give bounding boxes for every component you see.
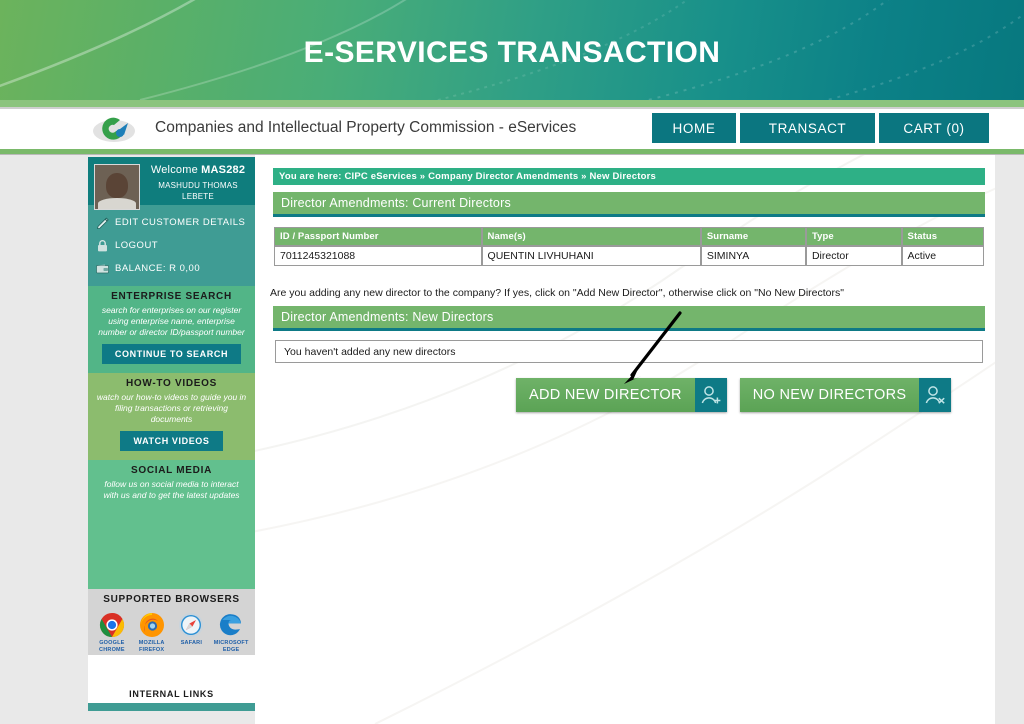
- cipc-logo-icon: [93, 117, 135, 142]
- page-title: E-SERVICES TRANSACTION: [303, 36, 721, 69]
- nav-cart[interactable]: CART (0): [879, 113, 989, 143]
- lock-icon: [96, 239, 109, 252]
- top-banner: E-SERVICES TRANSACTION: [0, 0, 1024, 100]
- enterprise-search-heading: ENTERPRISE SEARCH: [111, 291, 232, 302]
- social-media-heading: SOCIAL MEDIA: [131, 465, 212, 476]
- sidebar-item-label: EDIT CUSTOMER DETAILS: [115, 217, 246, 228]
- edge-icon: [213, 611, 249, 639]
- cell-names: QUENTIN LIVHUHANI: [481, 246, 701, 266]
- user-plus-icon: [694, 378, 727, 412]
- browser-item-safari[interactable]: SAFARI: [173, 611, 209, 653]
- wallet-icon: [96, 263, 109, 275]
- no-new-directors-button[interactable]: NO NEW DIRECTORS: [739, 378, 952, 412]
- internal-links-bar[interactable]: [88, 703, 255, 711]
- column-header-id: ID / Passport Number: [274, 227, 482, 246]
- welcome-line: Welcome MAS282: [147, 164, 249, 176]
- user-fullname: MASHUDU THOMAS LEBETE: [158, 181, 238, 201]
- sidebar-item-label: BALANCE: R 0,00: [115, 263, 201, 274]
- firefox-icon: [134, 611, 170, 639]
- supported-browsers-heading: SUPPORTED BROWSERS: [103, 594, 240, 605]
- main-nav: HOME TRANSACT CART (0): [652, 113, 989, 143]
- banner-underline: [0, 100, 1024, 107]
- continue-to-search-button[interactable]: CONTINUE TO SEARCH: [101, 344, 242, 364]
- column-header-names: Name(s): [481, 227, 701, 246]
- no-new-directors-label: NO NEW DIRECTORS: [739, 378, 920, 412]
- column-header-status: Status: [901, 227, 984, 246]
- site-name: Companies and Intellectual Property Comm…: [155, 119, 577, 136]
- sidebar-welcome-panel: Welcome MAS282 MASHUDU THOMAS LEBETE: [88, 157, 255, 210]
- internal-links-heading: INTERNAL LINKS: [88, 689, 255, 703]
- current-directors-table: ID / Passport Number Name(s) Surname Typ…: [274, 227, 984, 266]
- sidebar-social-media: SOCIAL MEDIA follow us on social media t…: [88, 460, 255, 589]
- chrome-icon: [94, 611, 130, 639]
- section-header-rule: [273, 214, 985, 217]
- table-header-row: ID / Passport Number Name(s) Surname Typ…: [274, 227, 984, 246]
- howto-videos-heading: HOW-TO VIDEOS: [126, 378, 217, 389]
- welcome-label: Welcome: [150, 164, 202, 176]
- user-minus-icon: [919, 378, 952, 412]
- page-root: E-SERVICES TRANSACTION Companies and Int…: [0, 0, 1024, 724]
- section-header-new-directors: Director Amendments: New Directors: [273, 306, 985, 328]
- welcome-username: MAS282: [201, 164, 246, 176]
- social-media-description: follow us on social media to interact wi…: [103, 479, 240, 500]
- sidebar-item-label: LOGOUT: [115, 240, 159, 251]
- instruction-text: Are you adding any new director to the c…: [270, 287, 844, 299]
- action-buttons: ADD NEW DIRECTOR NO NEW DIRECTORS: [516, 378, 952, 412]
- browser-label: MICROSOFT EDGE: [213, 640, 249, 653]
- column-header-surname: Surname: [700, 227, 806, 246]
- nav-home[interactable]: HOME: [652, 113, 736, 143]
- section-header-current-directors: Director Amendments: Current Directors: [273, 192, 985, 214]
- browser-label: SAFARI: [180, 640, 203, 646]
- sidebar-supported-browsers: SUPPORTED BROWSERS GOOGLE CHROME MOZILLA…: [88, 589, 255, 655]
- column-header-type: Type: [805, 227, 902, 246]
- browser-item-firefox[interactable]: MOZILLA FIREFOX: [134, 611, 170, 653]
- add-new-director-label: ADD NEW DIRECTOR: [516, 378, 695, 412]
- cell-id: 7011245321088: [274, 246, 482, 266]
- sidebar-item-logout[interactable]: LOGOUT: [96, 234, 255, 257]
- table-row: 7011245321088 QUENTIN LIVHUHANI SIMINYA …: [274, 246, 984, 266]
- nav-transact[interactable]: TRANSACT: [740, 113, 875, 143]
- cell-type: Director: [805, 246, 902, 266]
- sidebar-item-balance[interactable]: BALANCE: R 0,00: [96, 257, 255, 280]
- edit-pencil-icon: [96, 217, 109, 229]
- cell-status: Active: [901, 246, 984, 266]
- breadcrumb: You are here: CIPC eServices » Company D…: [273, 168, 985, 185]
- sidebar-item-edit-customer-details[interactable]: EDIT CUSTOMER DETAILS: [96, 211, 255, 234]
- new-directors-empty-message: You haven't added any new directors: [275, 340, 983, 363]
- cell-surname: SIMINYA: [700, 246, 806, 266]
- safari-icon: [173, 611, 209, 639]
- howto-videos-description: watch our how-to videos to guide you in …: [96, 392, 247, 424]
- sidebar-howto-videos: HOW-TO VIDEOS watch our how-to videos to…: [88, 373, 255, 460]
- enterprise-search-description: search for enterprises on our register u…: [98, 305, 245, 337]
- sidebar-spacer: [88, 655, 255, 689]
- browser-item-chrome[interactable]: GOOGLE CHROME: [94, 611, 130, 653]
- watch-videos-button[interactable]: WATCH VIDEOS: [120, 431, 223, 451]
- browser-label: GOOGLE CHROME: [99, 640, 125, 653]
- avatar: [94, 164, 140, 210]
- section-header-rule: [273, 328, 985, 331]
- sidebar-enterprise-search: ENTERPRISE SEARCH search for enterprises…: [88, 286, 255, 373]
- browser-label: MOZILLA FIREFOX: [138, 640, 165, 653]
- sidebar: Welcome MAS282 MASHUDU THOMAS LEBETE EDI…: [88, 157, 255, 711]
- sidebar-account-links: EDIT CUSTOMER DETAILS LOGOUT BALANCE: R …: [88, 205, 255, 286]
- browser-item-edge[interactable]: MICROSOFT EDGE: [213, 611, 249, 653]
- add-new-director-button[interactable]: ADD NEW DIRECTOR: [516, 378, 727, 412]
